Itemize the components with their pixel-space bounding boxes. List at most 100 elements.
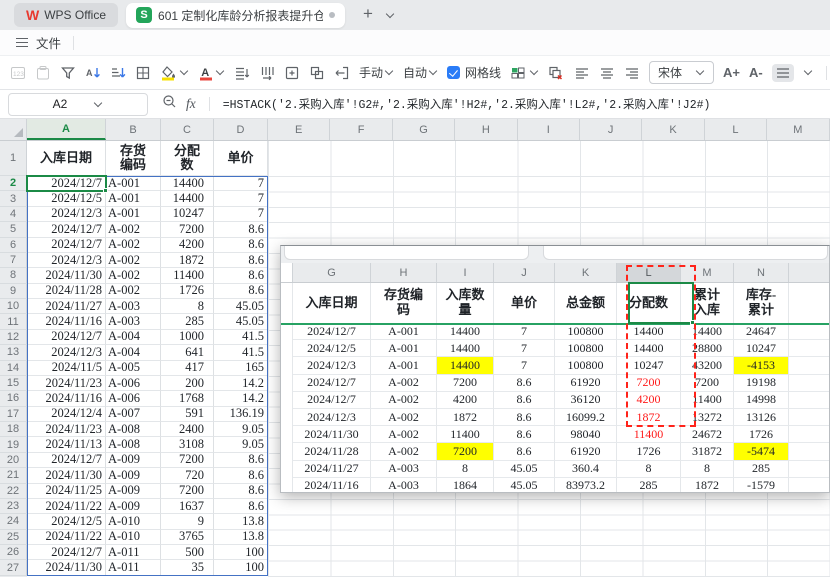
zoom-out-icon[interactable] <box>162 94 177 114</box>
row-header[interactable]: 12 <box>0 330 27 345</box>
delete-object-button[interactable] <box>548 65 565 81</box>
cell-qty[interactable]: 720 <box>161 468 214 483</box>
cell-code[interactable]: A-004 <box>106 330 161 345</box>
cell-date[interactable]: 2024/11/28 <box>27 284 106 299</box>
cell-date[interactable]: 2024/12/3 <box>27 253 106 268</box>
cell-code[interactable]: A-002 <box>371 375 437 392</box>
cell-balance[interactable]: 19198 <box>734 375 789 392</box>
cell-price[interactable]: 7 <box>214 191 268 206</box>
header-cell[interactable]: 单价 <box>494 283 555 323</box>
cell-in-qty[interactable]: 4200 <box>437 392 494 409</box>
cell-price[interactable]: 100 <box>214 545 268 560</box>
row-header[interactable]: 10 <box>0 299 27 314</box>
cell-price[interactable]: 8.6 <box>494 443 555 460</box>
row-header[interactable]: 21 <box>0 468 27 483</box>
cell-empty[interactable] <box>789 478 830 493</box>
fill-color-chevron-icon[interactable] <box>180 67 188 75</box>
cell-cumulative[interactable]: 31872 <box>681 443 734 460</box>
cell-date[interactable]: 2024/12/7 <box>27 176 106 191</box>
auto-calc-button[interactable]: 自动 <box>403 64 438 81</box>
cell-qty[interactable]: 641 <box>161 345 214 360</box>
header-cell[interactable]: 单价 <box>214 141 268 176</box>
cell-price[interactable]: 9.05 <box>214 422 268 437</box>
cell-balance[interactable]: 10247 <box>734 340 789 357</box>
cell-balance[interactable]: 14998 <box>734 392 789 409</box>
cell-price[interactable]: 45.05 <box>214 299 268 314</box>
cell-alloc[interactable]: 11400 <box>617 426 681 443</box>
cell-qty[interactable]: 7200 <box>161 484 214 499</box>
wps-home-button[interactable]: W WPS Office <box>14 3 118 27</box>
cell-price[interactable]: 7 <box>214 176 268 191</box>
cell-code[interactable]: A-009 <box>106 484 161 499</box>
cell-price[interactable]: 7 <box>494 357 555 374</box>
row-header[interactable]: 22 <box>0 484 27 499</box>
column-header[interactable]: G <box>393 119 455 140</box>
cell-date[interactable]: 2024/11/30 <box>27 468 106 483</box>
cell-price[interactable]: 9.05 <box>214 437 268 452</box>
row-header[interactable]: 2 <box>0 176 27 191</box>
align-right-button[interactable] <box>624 65 640 81</box>
cell-date[interactable]: 2024/12/7 <box>27 453 106 468</box>
header-cell[interactable]: 库存-累计 <box>734 283 789 323</box>
cell-amount[interactable]: 83973.2 <box>555 478 617 493</box>
row-header[interactable]: 27 <box>0 560 27 575</box>
cell-alloc[interactable]: 10247 <box>617 357 681 374</box>
cell-qty[interactable]: 35 <box>161 560 214 575</box>
cell-code[interactable]: A-001 <box>106 176 161 191</box>
row-header[interactable]: 15 <box>0 376 27 391</box>
cell-code[interactable]: A-001 <box>106 207 161 222</box>
cell-alloc[interactable]: 1726 <box>617 443 681 460</box>
row-header[interactable]: 16 <box>0 391 27 406</box>
header-cell[interactable]: 累计入库 <box>681 283 734 323</box>
sort-descending-button[interactable] <box>110 65 126 81</box>
column-header[interactable]: L <box>705 119 767 140</box>
cell-amount[interactable]: 36120 <box>555 392 617 409</box>
cell-qty[interactable]: 200 <box>161 376 214 391</box>
cell-balance[interactable]: 24647 <box>734 323 789 340</box>
cell-date[interactable]: 2024/11/23 <box>27 422 106 437</box>
cell-price[interactable]: 14.2 <box>214 376 268 391</box>
cell-date[interactable]: 2024/11/27 <box>293 461 371 478</box>
cell-price[interactable]: 41.5 <box>214 330 268 345</box>
cell-qty[interactable]: 9 <box>161 514 214 529</box>
row-header[interactable]: 11 <box>0 314 27 329</box>
sort-ascending-button[interactable]: A <box>85 65 101 81</box>
cell-price[interactable]: 7 <box>214 207 268 222</box>
cell-price[interactable]: 8.6 <box>214 499 268 514</box>
cell-code[interactable]: A-009 <box>106 499 161 514</box>
font-color-chevron-icon[interactable] <box>216 67 224 75</box>
column-header[interactable]: N <box>734 263 789 282</box>
cell-price[interactable]: 8.6 <box>214 468 268 483</box>
cell-date[interactable]: 2024/12/7 <box>293 375 371 392</box>
cell-code[interactable]: A-002 <box>371 392 437 409</box>
cell-amount[interactable]: 100800 <box>555 357 617 374</box>
cell-price[interactable]: 7 <box>494 340 555 357</box>
cell-code[interactable]: A-007 <box>106 407 161 422</box>
cell-style-chevron-icon[interactable] <box>530 67 538 75</box>
cell-price[interactable]: 8.6 <box>214 284 268 299</box>
cell-price[interactable]: 41.5 <box>214 345 268 360</box>
cell-balance[interactable]: 13126 <box>734 409 789 426</box>
cell-date[interactable]: 2024/12/5 <box>27 514 106 529</box>
cell-qty[interactable]: 4200 <box>161 238 214 253</box>
cell-date[interactable]: 2024/12/7 <box>27 330 106 345</box>
row-header[interactable]: 24 <box>0 514 27 529</box>
cell-price[interactable]: 8.6 <box>494 392 555 409</box>
cell-date[interactable]: 2024/12/3 <box>293 357 371 374</box>
column-header[interactable]: I <box>518 119 580 140</box>
cell-code[interactable]: A-011 <box>106 560 161 575</box>
cell-empty[interactable] <box>789 392 830 409</box>
cell-code[interactable]: A-001 <box>106 191 161 206</box>
name-box[interactable]: A2 <box>8 93 148 116</box>
cell-date[interactable]: 2024/11/27 <box>27 299 106 314</box>
cell-balance[interactable]: -4153 <box>734 357 789 374</box>
cell-price[interactable]: 8.6 <box>214 484 268 499</box>
row-header[interactable]: 17 <box>0 407 27 422</box>
cell-in-qty[interactable]: 8 <box>437 461 494 478</box>
overlay-window[interactable]: GHIJKLMN 入库日期 存货编码 入库数量 单价 总金额 分配数 累计入库 … <box>280 245 830 493</box>
cell-date[interactable]: 2024/11/16 <box>27 314 106 329</box>
font-color-button[interactable]: A <box>198 65 225 81</box>
cell-cumulative[interactable]: 28800 <box>681 340 734 357</box>
cell-empty[interactable] <box>789 340 830 357</box>
cell-in-qty[interactable]: 14400 <box>437 323 494 340</box>
